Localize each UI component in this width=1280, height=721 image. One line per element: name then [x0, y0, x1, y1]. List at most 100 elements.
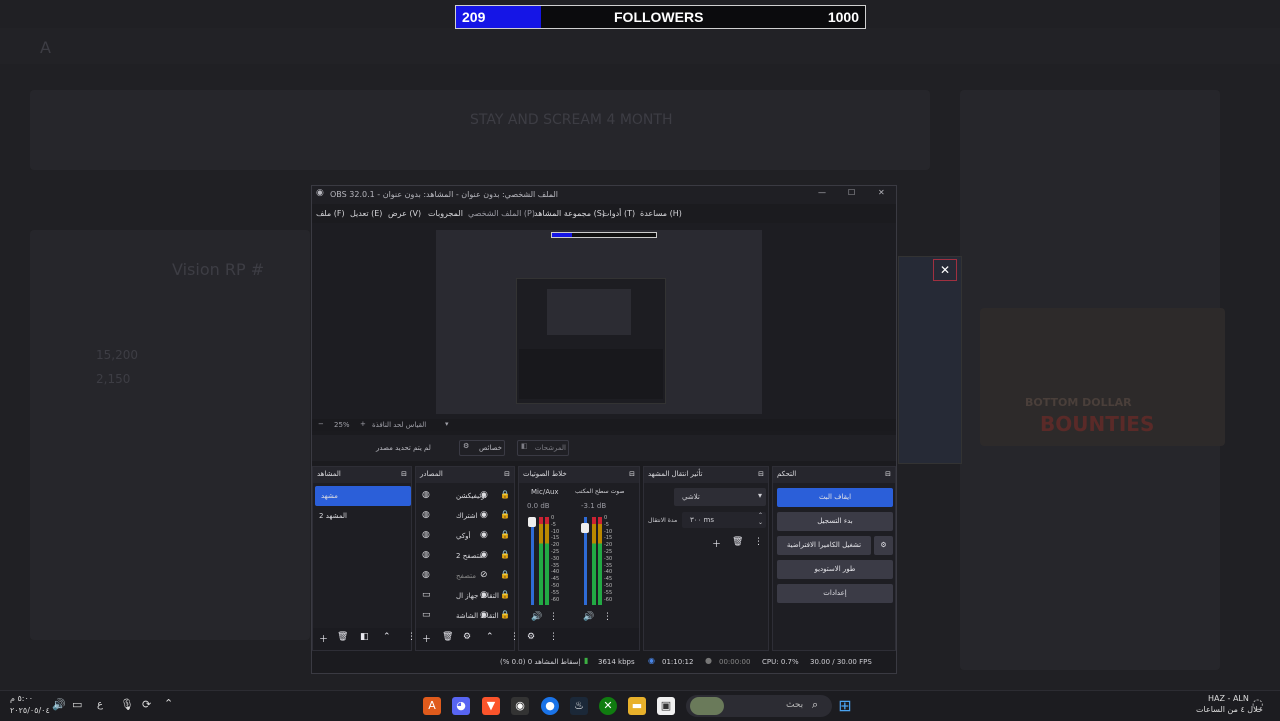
window-close-icon[interactable]: ✕ — [878, 188, 885, 197]
eye-hidden-icon[interactable]: ⊘ — [480, 570, 488, 580]
more-icon[interactable]: ⋮ — [603, 612, 612, 622]
speaker-icon[interactable]: 🔊 — [531, 612, 542, 622]
dock-menu-icon[interactable]: ⊟ — [629, 470, 635, 478]
start-recording-button[interactable]: بدء التسجيل — [777, 512, 893, 531]
dock-menu-icon[interactable]: ⊟ — [885, 470, 891, 478]
more-icon[interactable]: ⋮ — [754, 537, 763, 547]
xbox-icon[interactable]: ✕ — [599, 697, 617, 715]
weather-text[interactable]: HAZ - ALN — [1208, 694, 1249, 703]
lock-icon[interactable]: 🔒 — [500, 610, 510, 619]
properties-button[interactable]: ⚙ خصائص — [459, 440, 505, 456]
filter-icon[interactable]: ◧ — [360, 632, 369, 642]
source-item[interactable]: ◍ متصفح 2 ◉ 🔒 — [416, 546, 514, 566]
dock-menu-icon[interactable]: ⊟ — [401, 470, 407, 478]
chevron-down-icon[interactable]: ▾ — [445, 420, 449, 428]
menu-edit[interactable]: تعديل (E) — [350, 209, 382, 218]
volume-slider[interactable] — [531, 517, 534, 605]
language-indicator[interactable]: ع — [97, 699, 103, 710]
settings-button[interactable]: إعدادات — [777, 584, 893, 603]
obs-icon[interactable]: ◉ — [511, 697, 529, 715]
weather-icon[interactable]: ◌ — [1252, 697, 1263, 712]
brave-icon[interactable]: ▼ — [482, 697, 500, 715]
menu-bar: ملف (F) تعديل (E) عرض (V) الملف الشخصي (… — [312, 205, 896, 223]
filters-button[interactable]: ◧ المرشحات — [517, 440, 569, 456]
source-item[interactable]: ▭ التقاط جهاز ال ◉ 🔒 — [416, 586, 514, 606]
virtual-camera-button[interactable]: تشغيل الكاميرا الافتراضية — [777, 536, 871, 555]
lock-icon[interactable]: 🔒 — [500, 530, 510, 539]
sync-icon[interactable]: ⟳ — [142, 698, 151, 711]
zoom-mode[interactable]: القياس لحد النافذة — [372, 421, 426, 429]
studio-mode-button[interactable]: طور الاستوديو — [777, 560, 893, 579]
dock-menu-icon[interactable]: ⊟ — [758, 470, 764, 478]
gear-icon[interactable]: ⚙ — [527, 632, 535, 642]
source-item[interactable]: ◍ أوكي ◉ 🔒 — [416, 526, 514, 546]
clock-time[interactable]: ٥:٠٠ م — [10, 694, 33, 703]
close-icon[interactable]: ✕ — [933, 259, 957, 281]
lock-icon[interactable]: 🔒 — [500, 510, 510, 519]
eye-icon[interactable]: ◉ — [480, 590, 488, 600]
gear-icon[interactable]: ⚙ — [874, 536, 893, 555]
duration-stepper[interactable]: ٣٠٠ ms ⌃ ⌄ — [682, 512, 766, 528]
maximize-icon[interactable]: ☐ — [848, 188, 855, 197]
folder-icon[interactable]: ▬ — [628, 697, 646, 715]
gear-icon[interactable]: ⚙ — [463, 632, 471, 642]
obs-app-icon[interactable]: A — [423, 697, 441, 715]
eye-icon[interactable]: ◉ — [480, 550, 488, 560]
discord-icon[interactable]: ◕ — [452, 697, 470, 715]
menu-tools[interactable]: أدوات (T) — [602, 209, 635, 218]
transition-select[interactable]: تلاشي ▾ — [674, 488, 766, 506]
dock-menu-icon[interactable]: ⊟ — [504, 470, 510, 478]
network-icon[interactable]: ▭ — [72, 698, 82, 711]
trash-icon[interactable]: 🗑 — [442, 632, 453, 642]
zoom-out-button[interactable]: − — [318, 420, 324, 428]
scene-item[interactable]: مشهد — [315, 486, 411, 506]
chrome-icon[interactable]: ● — [541, 697, 559, 715]
menu-help[interactable]: مساعدة (H) — [640, 209, 682, 218]
volume-slider-handle[interactable] — [528, 517, 536, 527]
lock-icon[interactable]: 🔒 — [500, 570, 510, 579]
trash-icon[interactable]: 🗑 — [732, 537, 743, 547]
chevron-up-icon[interactable]: ⌃ — [486, 632, 494, 642]
eye-icon[interactable]: ◉ — [480, 610, 488, 620]
eye-icon[interactable]: ◉ — [480, 530, 488, 540]
stop-streaming-button[interactable]: ايقاف البث — [777, 488, 893, 507]
stepper-arrows-icon[interactable]: ⌃ ⌄ — [758, 512, 763, 526]
eye-icon[interactable]: ◉ — [480, 510, 488, 520]
source-item[interactable]: ▭ التقاط الشاشة ◉ 🔒 — [416, 606, 514, 626]
start-icon[interactable]: ⊞ — [836, 697, 854, 715]
preview-canvas[interactable] — [436, 230, 762, 414]
more-icon[interactable]: ⋮ — [549, 632, 558, 642]
steam-icon[interactable]: ♨ — [570, 697, 588, 715]
volume-slider-handle[interactable] — [581, 523, 589, 533]
store-icon[interactable]: ▣ — [657, 697, 675, 715]
volume-icon[interactable]: 🔊 — [52, 698, 66, 711]
chevron-up-icon[interactable]: ⌃ — [164, 697, 173, 710]
eye-icon[interactable]: ◉ — [480, 490, 488, 500]
chevron-up-icon[interactable]: ⌃ — [383, 632, 391, 642]
speaker-icon[interactable]: 🔊 — [583, 612, 594, 622]
menu-scene-collection[interactable]: مجموعة المشاهد (S) — [534, 209, 605, 218]
scene-item[interactable]: المشهد 2 — [313, 506, 411, 526]
clock-date[interactable]: ٢٠٢٥/٠٥/٠٤ — [10, 706, 50, 715]
preview-area[interactable] — [312, 223, 896, 419]
lock-icon[interactable]: 🔒 — [500, 550, 510, 559]
lock-icon[interactable]: 🔒 — [500, 490, 510, 499]
add-icon[interactable]: ＋ — [319, 632, 328, 645]
filters-label: المرشحات — [534, 444, 566, 452]
search-box[interactable]: بحث ⌕ — [686, 695, 832, 717]
minimize-icon[interactable]: — — [818, 188, 826, 197]
more-icon[interactable]: ⋮ — [549, 612, 558, 622]
menu-view[interactable]: عرض (V) — [388, 209, 421, 218]
menu-file[interactable]: ملف (F) — [316, 209, 345, 218]
menu-extras[interactable]: المجروبات — [428, 209, 463, 218]
source-item[interactable]: ◍ متصفح ⊘ 🔒 — [416, 566, 514, 586]
trash-icon[interactable]: 🗑 — [337, 632, 348, 642]
zoom-in-button[interactable]: + — [360, 420, 366, 428]
lock-icon[interactable]: 🔒 — [500, 590, 510, 599]
microphone-icon[interactable]: 🎙 — [120, 698, 134, 711]
source-item[interactable]: ◍ اشتراك ◉ 🔒 — [416, 506, 514, 526]
add-icon[interactable]: ＋ — [712, 537, 721, 550]
menu-profile[interactable]: الملف الشخصي (P) — [468, 209, 535, 218]
source-item[interactable]: ◍ نوتيفيكشن ◉ 🔒 — [416, 486, 514, 506]
add-icon[interactable]: ＋ — [422, 632, 431, 645]
